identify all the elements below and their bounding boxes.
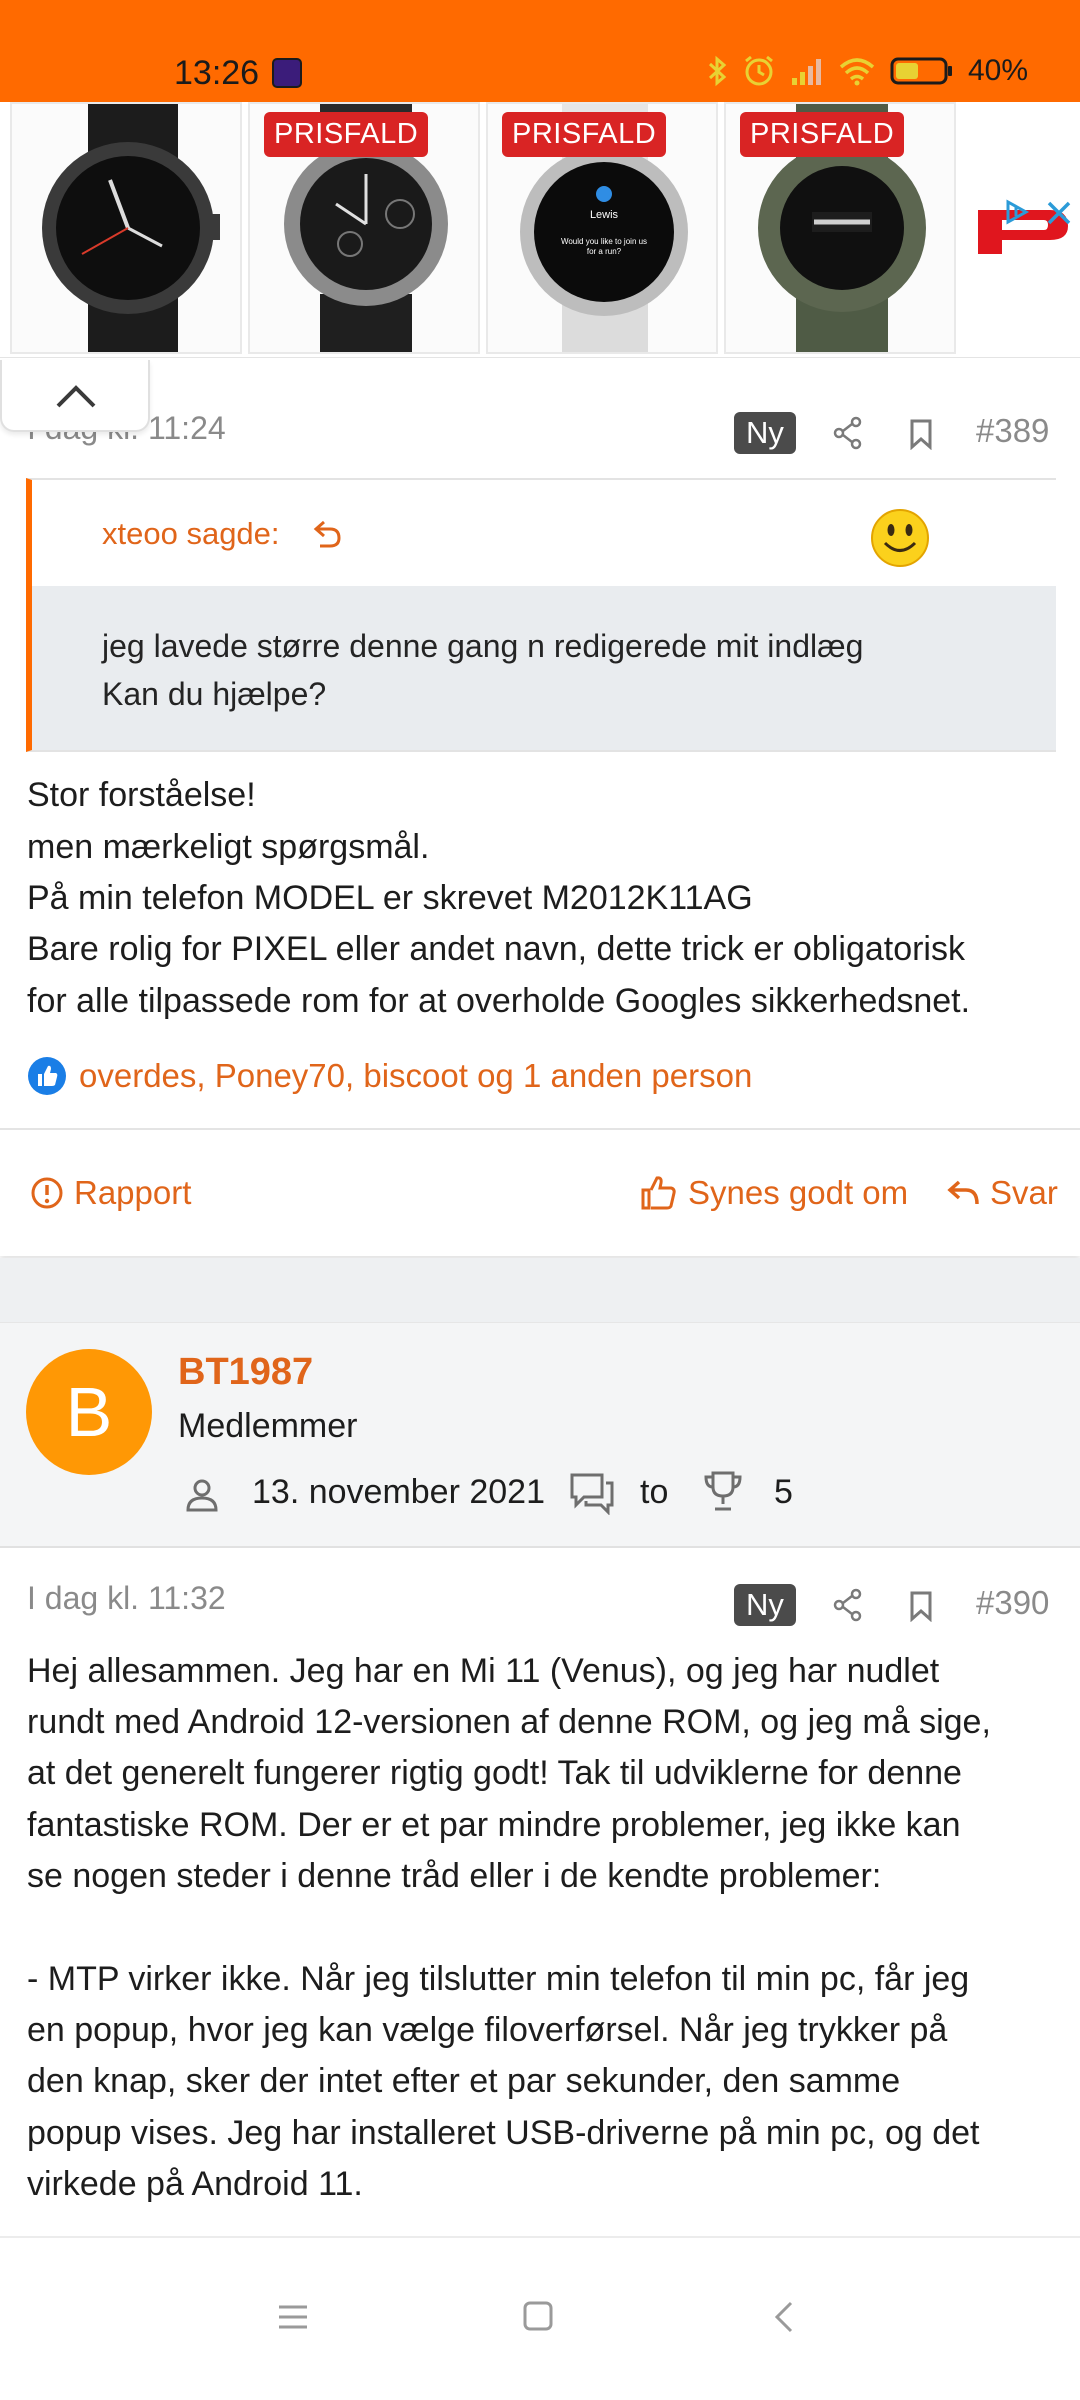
post-body-line: popup vises. Jeg har installeret USB-dri…: [27, 2114, 980, 2152]
like-label: Synes godt om: [688, 1174, 909, 1211]
alarm-icon: [745, 55, 773, 86]
smiley-emoji-icon: [871, 509, 929, 567]
post-body-line: den knap, sker der intet efter et par se…: [27, 2062, 901, 2100]
quote-content: jeg lavede større denne gang n redigered…: [32, 586, 1056, 750]
post-actions: Rapport Synes godt om Svar: [0, 1132, 1080, 1256]
post-body-line: virkede på Android 11.: [27, 2165, 363, 2203]
user-panel: B BT1987 Medlemmer 13. november 2021 to …: [0, 1322, 1080, 1548]
reply-label: Svar: [990, 1174, 1058, 1211]
post-body-line: se nogen steder i denne tråd eller i de …: [27, 1857, 882, 1895]
thumbs-up-icon: [641, 1176, 676, 1210]
user-icon: [186, 1479, 218, 1512]
watch-screen-text-2: for a run?: [587, 247, 622, 256]
quote-text-line: jeg lavede større denne gang n redigered…: [102, 628, 864, 664]
reply-button[interactable]: Svar: [946, 1174, 1058, 1212]
post-number[interactable]: #389: [976, 412, 1049, 450]
bookmark-icon[interactable]: [908, 1590, 934, 1622]
system-nav-bar: [0, 2236, 1080, 2400]
status-time: 13:26: [174, 54, 260, 92]
menu-icon[interactable]: [276, 2304, 310, 2330]
adchoices-icon[interactable]: [1004, 198, 1036, 226]
battery-icon: [890, 57, 952, 85]
ad-product-watch-3[interactable]: Lewis Would you like to join us for a ru…: [486, 102, 718, 354]
post-body-line: Bare rolig for PIXEL eller andet navn, d…: [27, 930, 965, 968]
new-badge: Ny: [734, 1584, 796, 1626]
watch-screen-text-1: Would you like to join us: [561, 237, 647, 246]
post-body-line: - MTP virker ikke. Når jeg tilslutter mi…: [27, 1960, 970, 1998]
wifi-icon: [839, 58, 875, 86]
report-label: Rapport: [74, 1174, 192, 1211]
ad-product-watch-2[interactable]: PRISFALD: [248, 102, 480, 354]
collapse-ad-button[interactable]: [0, 360, 150, 432]
quote-author[interactable]: xteoo sagde:: [102, 516, 280, 552]
messages-icon: [570, 1473, 614, 1515]
notification-app-icon: [272, 58, 302, 88]
post-body-line: at det generelt fungerer rigtig godt! Ta…: [27, 1754, 962, 1792]
home-icon[interactable]: [522, 2300, 554, 2332]
close-icon[interactable]: [1046, 200, 1072, 226]
avatar[interactable]: B: [26, 1349, 152, 1475]
message-count: to: [640, 1473, 669, 1511]
watch-image: [42, 104, 220, 352]
back-icon[interactable]: [772, 2300, 796, 2334]
likes-summary[interactable]: overdes, Poney70, biscoot og 1 anden per…: [27, 1056, 752, 1096]
new-badge: Ny: [734, 412, 796, 454]
ad-banner[interactable]: PRISFALD Lewis Would you like to join us…: [0, 102, 1080, 358]
quote-text-line: Kan du hjælpe?: [102, 676, 327, 712]
report-button[interactable]: Rapport: [30, 1174, 191, 1212]
status-icons: 40%: [706, 54, 1028, 88]
post-body-line: fantastiske ROM. Der er et par mindre pr…: [27, 1806, 961, 1844]
post-number[interactable]: #390: [976, 1584, 1049, 1622]
post-separator: [0, 1258, 1080, 1322]
post-header-390: I dag kl. 11:32 Ny #390: [0, 1572, 1080, 1642]
ad-product-watch-4[interactable]: PRISFALD: [724, 102, 956, 354]
post-body-line: men mærkeligt spørgsmål.: [27, 828, 430, 866]
post-header-389: I dag kl. 11:24 Ny #389: [0, 400, 1080, 470]
battery-percent: 40%: [968, 54, 1029, 87]
post-body-line: Hej allesammen. Jeg har en Mi 11 (Venus)…: [27, 1652, 940, 1690]
ad-badge-prisfald: PRISFALD: [264, 112, 429, 157]
post-body-line: Stor forståelse!: [27, 776, 256, 814]
share-icon[interactable]: [832, 1588, 864, 1622]
post-body-line: rundt med Android 12-versionen af denne …: [27, 1703, 991, 1741]
post-date[interactable]: I dag kl. 11:32: [27, 1580, 226, 1617]
status-bar: 13:26 40%: [0, 0, 1080, 102]
like-reaction-icon: [28, 1057, 66, 1095]
signal-icon: [792, 59, 821, 85]
like-button[interactable]: Synes godt om: [640, 1174, 908, 1212]
post-body-line: På min telefon MODEL er skrevet M2012K11…: [27, 879, 753, 917]
ad-product-watch-1[interactable]: [10, 102, 242, 354]
trophy-points: 5: [774, 1473, 793, 1511]
post-body-line: en popup, hvor jeg kan vælge filoverførs…: [27, 2011, 948, 2049]
divider: [0, 1128, 1080, 1130]
share-icon[interactable]: [832, 416, 864, 450]
watch-screen-name: Lewis: [590, 209, 619, 221]
ad-badge-prisfald: PRISFALD: [502, 112, 667, 157]
bookmark-icon[interactable]: [908, 418, 934, 450]
trophy-icon: [704, 1471, 742, 1511]
bluetooth-icon: [708, 55, 727, 87]
chevron-up-icon: [56, 385, 96, 408]
username[interactable]: BT1987: [178, 1351, 313, 1394]
post-body-line: for alle tilpassede rom for at overholde…: [27, 982, 971, 1020]
user-title: Medlemmer: [178, 1407, 358, 1445]
reply-icon: [947, 1180, 979, 1205]
ad-badge-prisfald: PRISFALD: [740, 112, 905, 157]
warning-icon: [31, 1177, 63, 1209]
join-date: 13. november 2021: [252, 1473, 545, 1511]
likes-text[interactable]: overdes, Poney70, biscoot og 1 anden per…: [79, 1057, 752, 1095]
jump-to-quote-icon[interactable]: [312, 518, 342, 550]
